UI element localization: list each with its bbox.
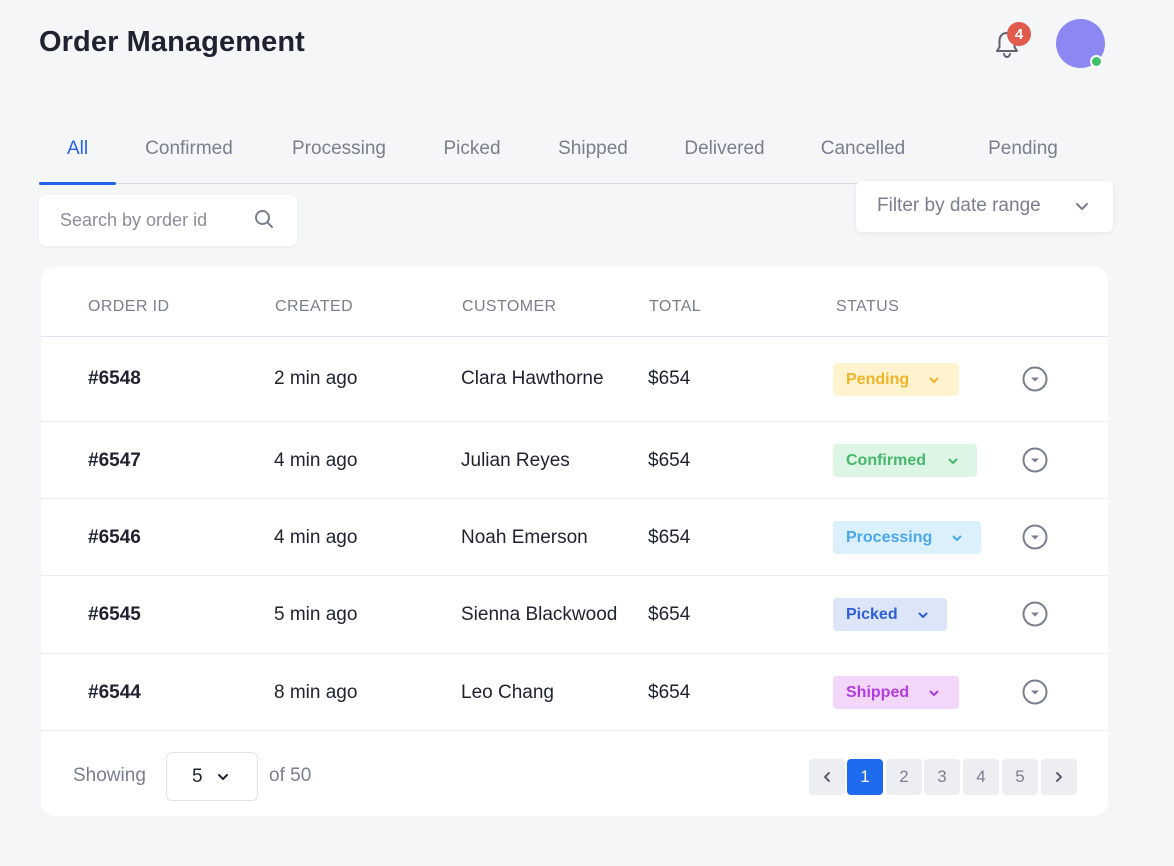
next-page-button[interactable] <box>1041 759 1077 795</box>
status-label: Processing <box>846 528 933 546</box>
order-customer: Noah Emerson <box>461 527 588 548</box>
status-dropdown[interactable]: Picked <box>833 598 947 631</box>
tab-pending[interactable]: Pending <box>982 137 1064 185</box>
status-dropdown[interactable]: Shipped <box>833 676 959 709</box>
order-created: 2 min ago <box>274 368 358 389</box>
status-dropdown[interactable]: Confirmed <box>833 444 977 477</box>
status-label: Shipped <box>846 683 910 701</box>
total-count-label: of 50 <box>269 765 312 786</box>
status-label: Picked <box>846 605 898 623</box>
date-range-filter[interactable]: Filter by date range <box>856 181 1113 232</box>
status-label: Confirmed <box>846 451 926 469</box>
order-total: $654 <box>648 682 691 703</box>
order-status-tabs: All Confirmed Processing Picked Shipped … <box>39 125 1088 185</box>
chevron-down-icon <box>918 612 928 618</box>
order-created: 4 min ago <box>274 527 358 548</box>
table-row[interactable]: #6544 8 min ago Leo Chang $654 Shipped <box>41 654 1108 731</box>
order-customer: Sienna Blackwood <box>461 604 618 625</box>
table-row[interactable]: #6548 2 min ago Clara Hawthorne $654 Pen… <box>41 338 1108 422</box>
page-button-5[interactable]: 5 <box>1002 759 1038 795</box>
page-button-3[interactable]: 3 <box>924 759 960 795</box>
chevron-down-icon <box>218 774 228 780</box>
chevron-down-icon <box>1076 203 1088 210</box>
tab-processing[interactable]: Processing <box>284 137 394 185</box>
tab-cancelled[interactable]: Cancelled <box>813 137 913 185</box>
order-id: #6548 <box>88 368 141 389</box>
page-size-select[interactable]: 5 <box>166 752 258 801</box>
column-header-order-id[interactable]: ORDER ID <box>88 298 169 316</box>
online-status-indicator <box>1090 55 1103 68</box>
orders-table: ORDER ID CREATED CUSTOMER TOTAL STATUS #… <box>41 267 1108 816</box>
order-customer: Clara Hawthorne <box>461 368 604 389</box>
table-row[interactable]: #6547 4 min ago Julian Reyes $654 Confir… <box>41 422 1108 499</box>
chevron-right-icon <box>1056 772 1062 782</box>
chevron-down-icon <box>929 690 939 696</box>
status-dropdown[interactable]: Processing <box>833 521 981 554</box>
search-icon[interactable] <box>253 208 275 230</box>
tab-all[interactable]: All <box>39 137 116 185</box>
page-title: Order Management <box>39 26 305 58</box>
row-expand-icon[interactable] <box>1022 601 1048 627</box>
column-header-status[interactable]: STATUS <box>836 298 899 316</box>
order-customer: Leo Chang <box>461 682 554 703</box>
order-customer: Julian Reyes <box>461 450 570 471</box>
page-button-4[interactable]: 4 <box>963 759 999 795</box>
page-button-2[interactable]: 2 <box>886 759 922 795</box>
row-expand-icon[interactable] <box>1022 447 1048 473</box>
tab-picked[interactable]: Picked <box>435 137 509 185</box>
column-header-created[interactable]: CREATED <box>275 298 353 316</box>
row-expand-icon[interactable] <box>1022 366 1048 392</box>
tab-confirmed[interactable]: Confirmed <box>134 137 244 185</box>
order-created: 5 min ago <box>274 604 358 625</box>
page-size-value: 5 <box>192 766 203 787</box>
tab-shipped[interactable]: Shipped <box>550 137 636 185</box>
chevron-down-icon <box>948 458 958 464</box>
order-id: #6547 <box>88 450 141 471</box>
table-row[interactable]: #6545 5 min ago Sienna Blackwood $654 Pi… <box>41 576 1108 654</box>
status-dropdown[interactable]: Pending <box>833 363 959 396</box>
search-input[interactable] <box>39 195 249 246</box>
status-label: Pending <box>846 370 910 388</box>
order-management-page: Order Management 4 All Confirmed Process… <box>0 0 1174 866</box>
order-id: #6544 <box>88 682 141 703</box>
order-id: #6546 <box>88 527 141 548</box>
order-created: 4 min ago <box>274 450 358 471</box>
order-total: $654 <box>648 527 691 548</box>
order-total: $654 <box>648 604 691 625</box>
column-header-customer[interactable]: CUSTOMER <box>462 298 556 316</box>
row-expand-icon[interactable] <box>1022 679 1048 705</box>
page-button-1[interactable]: 1 <box>847 759 883 795</box>
date-range-filter-label: Filter by date range <box>877 195 1041 216</box>
chevron-left-icon <box>824 772 830 782</box>
showing-label: Showing <box>73 765 146 786</box>
column-header-total[interactable]: TOTAL <box>649 298 701 316</box>
table-row[interactable]: #6546 4 min ago Noah Emerson $654 Proces… <box>41 499 1108 576</box>
order-total: $654 <box>648 368 691 389</box>
order-created: 8 min ago <box>274 682 358 703</box>
chevron-down-icon <box>952 535 962 541</box>
notification-count-badge: 4 <box>1007 22 1031 46</box>
chevron-down-icon <box>929 377 939 383</box>
previous-page-button[interactable] <box>809 759 845 795</box>
row-expand-icon[interactable] <box>1022 524 1048 550</box>
order-id: #6545 <box>88 604 141 625</box>
tab-delivered[interactable]: Delivered <box>677 137 772 185</box>
table-header: ORDER ID CREATED CUSTOMER TOTAL STATUS <box>41 267 1108 337</box>
order-total: $654 <box>648 450 691 471</box>
